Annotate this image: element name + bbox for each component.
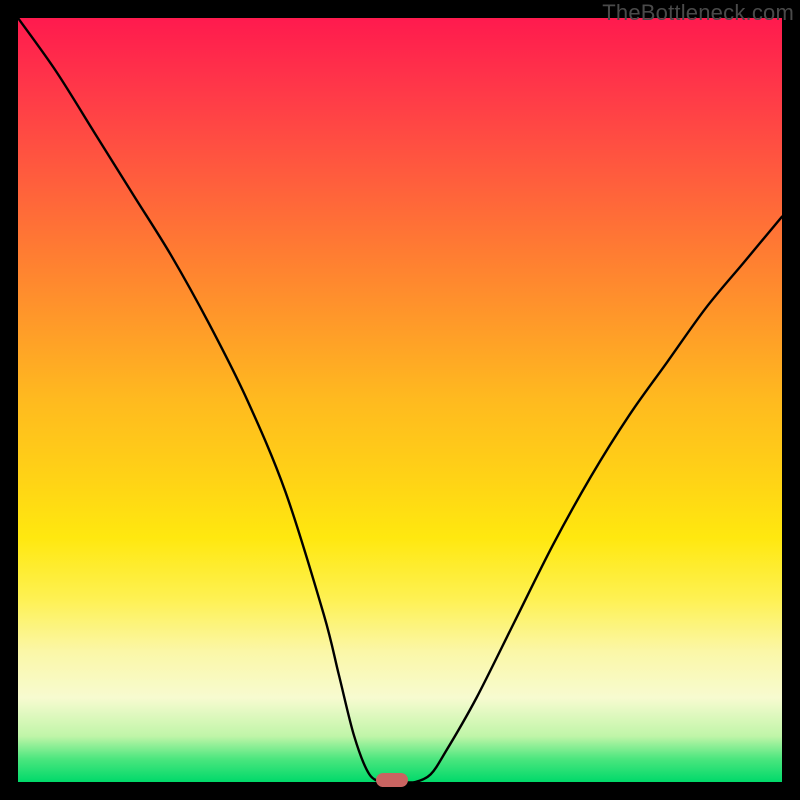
watermark-text: TheBottleneck.com <box>602 0 794 26</box>
optimal-marker <box>376 773 408 787</box>
chart-plot-area <box>18 18 782 782</box>
chart-frame: TheBottleneck.com <box>0 0 800 800</box>
bottleneck-curve <box>18 18 782 782</box>
